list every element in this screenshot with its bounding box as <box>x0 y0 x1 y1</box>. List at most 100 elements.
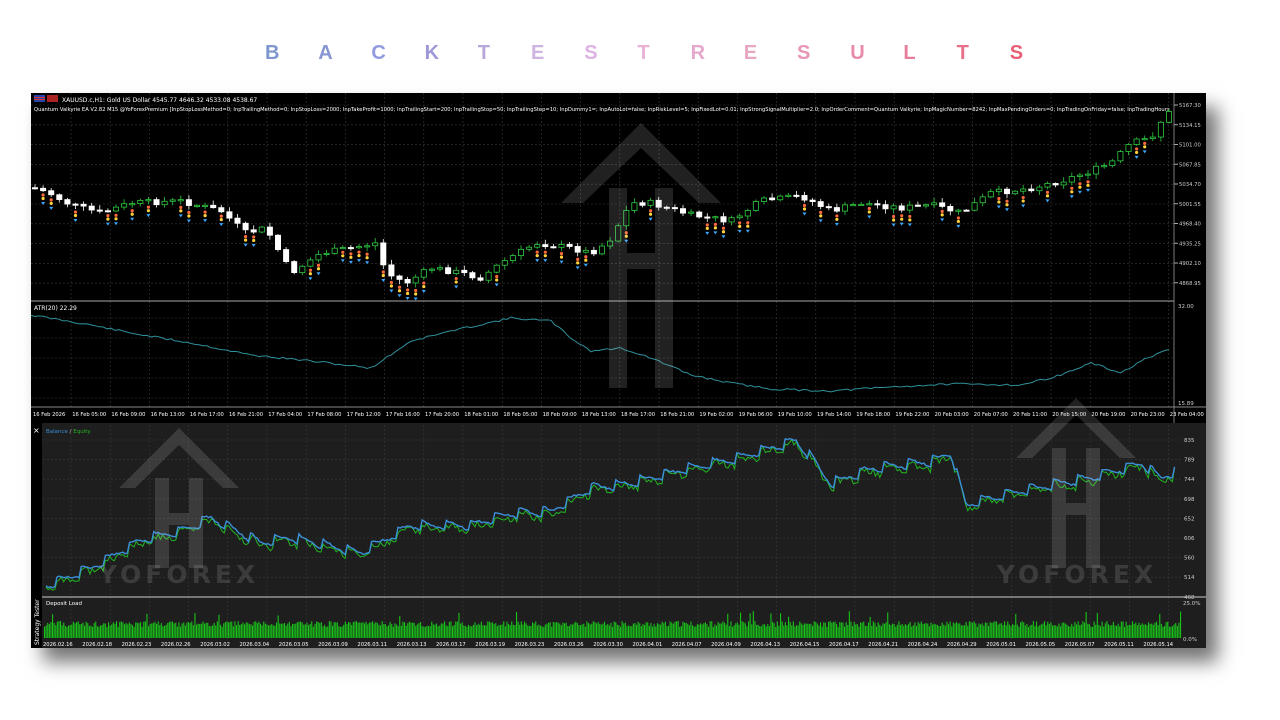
candle-body <box>412 276 419 284</box>
deposit-bar <box>303 624 305 638</box>
candle-body <box>833 207 840 212</box>
deposit-bar <box>468 624 470 638</box>
deposit-bar <box>799 621 801 638</box>
trade-marker <box>956 219 961 224</box>
deposit-bar <box>477 623 479 638</box>
deposit-bar <box>744 623 746 638</box>
title-letter: S <box>584 42 598 64</box>
trade-marker <box>908 214 912 219</box>
deposit-bar <box>719 623 721 638</box>
deposit-bar <box>1032 621 1034 638</box>
deposit-bar <box>284 623 286 638</box>
deposit-bar <box>589 624 591 638</box>
candle-body <box>339 247 346 250</box>
deposit-bar <box>1076 624 1078 638</box>
deposit-bar <box>208 625 210 638</box>
deposit-bar <box>175 622 177 638</box>
deposit-bar <box>591 623 593 638</box>
deposit-bar <box>556 622 558 638</box>
deposit-bar <box>380 625 382 638</box>
deposit-bar <box>356 621 358 638</box>
deposit-bar <box>586 621 588 638</box>
deposit-bar <box>880 626 882 638</box>
trade-marker <box>1078 185 1082 189</box>
time-label: 20 Feb 07:00 <box>974 412 1008 418</box>
candle-body <box>234 217 241 224</box>
deposit-bar <box>389 621 391 638</box>
deposit-bar <box>436 623 438 638</box>
deposit-bar <box>1125 621 1127 638</box>
deposit-bar <box>837 626 839 638</box>
deposit-bar <box>1160 623 1162 638</box>
deposit-bar <box>447 626 449 638</box>
deposit-bar <box>644 624 646 638</box>
deposit-bar <box>588 623 590 638</box>
candle-body <box>80 203 87 207</box>
date-label: 2026.02.26 <box>161 642 191 648</box>
deposit-bar <box>516 612 518 638</box>
deposit-bar <box>402 621 404 638</box>
deposit-bar <box>968 621 970 638</box>
trade-marker <box>316 263 321 267</box>
trade-marker <box>219 214 223 218</box>
deposit-bar <box>293 624 295 638</box>
deposit-bar <box>1156 621 1158 638</box>
candle-body <box>874 203 881 206</box>
trade-marker <box>357 250 361 254</box>
candle-body <box>906 204 913 211</box>
candle-body <box>866 203 873 206</box>
deposit-bar <box>138 623 140 638</box>
deposit-bar <box>1164 626 1166 638</box>
deposit-bar <box>597 622 599 638</box>
deposit-bar <box>1064 623 1066 638</box>
trade-marker <box>187 214 191 218</box>
close-tester-button[interactable]: × <box>33 426 40 435</box>
time-label: 17 Feb 04:00 <box>268 412 302 418</box>
deposit-bar <box>300 621 302 638</box>
deposit-bar <box>1029 625 1031 638</box>
candle-body <box>931 202 938 206</box>
candle-body <box>671 207 678 210</box>
deposit-bar <box>239 624 241 638</box>
time-label: 19 Feb 02:00 <box>699 412 733 418</box>
deposit-bar <box>791 625 793 638</box>
candle-body <box>777 195 784 201</box>
deposit-bar <box>109 625 111 638</box>
deposit-bar <box>952 622 954 638</box>
deposit-bar <box>421 626 423 638</box>
candle-body <box>347 247 354 250</box>
deposit-bar <box>288 621 290 638</box>
candle-body <box>817 201 824 207</box>
deposit-bar <box>1154 622 1156 638</box>
deposit-bar <box>1172 626 1174 638</box>
deposit-bar <box>962 625 964 638</box>
deposit-bar <box>509 625 511 638</box>
deposit-bar <box>330 621 332 638</box>
deposit-bar <box>391 624 393 638</box>
deposit-bar <box>746 626 748 638</box>
candle-body <box>1028 188 1035 192</box>
deposit-bar <box>756 625 758 638</box>
trade-marker <box>389 284 393 288</box>
deposit-bar <box>1135 622 1137 638</box>
deposit-bar <box>716 625 718 638</box>
candle-body <box>850 204 857 207</box>
time-label: 17 Feb 12:00 <box>347 412 381 418</box>
deposit-bar <box>1152 624 1154 638</box>
deposit-bar <box>1063 622 1065 638</box>
deposit-bar <box>314 624 316 638</box>
candle-body <box>40 187 47 192</box>
deposit-bar <box>568 625 570 638</box>
price-label: 4935.25 <box>1179 241 1201 247</box>
deposit-bar <box>653 624 655 638</box>
trade-marker <box>705 223 709 227</box>
deposit-bar <box>354 621 356 638</box>
deposit-bar <box>679 626 681 638</box>
deposit-bar <box>647 622 649 638</box>
deposit-bar <box>621 621 623 638</box>
trade-marker <box>357 254 361 258</box>
deposit-bar <box>112 622 114 638</box>
trade-marker <box>900 214 904 218</box>
deposit-bar <box>528 625 530 638</box>
deposit-bar <box>663 623 665 638</box>
